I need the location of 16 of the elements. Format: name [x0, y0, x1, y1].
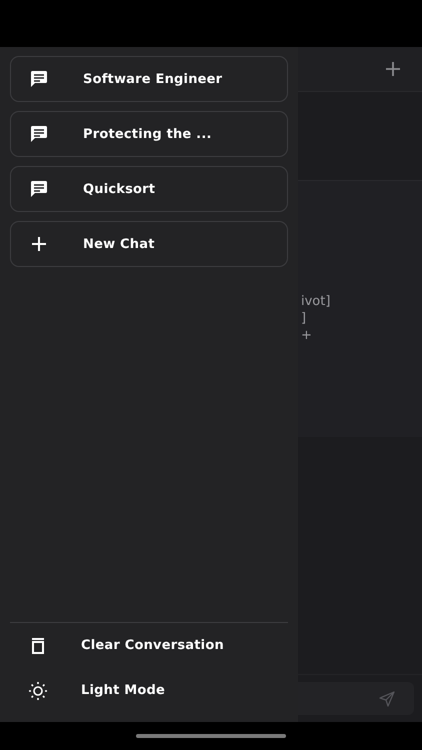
sun-icon — [28, 680, 48, 700]
chat-icon — [29, 179, 49, 199]
chat-icon — [29, 69, 49, 89]
message-text: ] — [301, 310, 306, 327]
plus-icon — [29, 234, 49, 254]
send-icon[interactable] — [379, 690, 395, 706]
chat-item[interactable]: Software Engineer — [10, 56, 288, 102]
message-text: + — [301, 327, 312, 344]
clear-conversation-button[interactable]: Clear Conversation — [10, 623, 288, 668]
chat-icon — [29, 124, 49, 144]
new-chat-button[interactable]: New Chat — [10, 221, 288, 267]
chat-item[interactable]: Quicksort — [10, 166, 288, 212]
chat-item[interactable]: Protecting the ... — [10, 111, 288, 157]
add-icon[interactable] — [385, 61, 401, 77]
message-text: ivot] — [301, 293, 330, 310]
theme-toggle-button[interactable]: Light Mode — [10, 668, 288, 713]
